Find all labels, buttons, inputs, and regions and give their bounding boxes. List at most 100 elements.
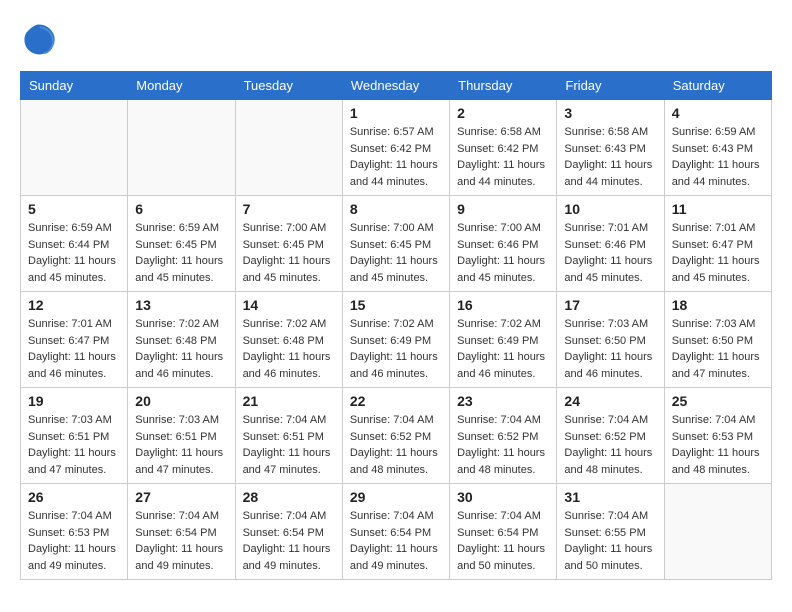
day-info: Sunrise: 7:04 AMSunset: 6:53 PMDaylight:… <box>28 508 120 574</box>
calendar-cell: 1Sunrise: 6:57 AMSunset: 6:42 PMDaylight… <box>342 100 449 196</box>
day-info: Sunrise: 7:00 AMSunset: 6:46 PMDaylight:… <box>457 220 549 286</box>
calendar-cell <box>235 100 342 196</box>
calendar-cell <box>128 100 235 196</box>
calendar-body: 1Sunrise: 6:57 AMSunset: 6:42 PMDaylight… <box>21 100 772 580</box>
calendar-cell: 6 Sunrise: 6:59 AMSunset: 6:45 PMDaylight… <box>128 196 235 292</box>
day-info: Sunrise: 7:04 AMSunset: 6:54 PMDaylight:… <box>135 508 227 574</box>
week-row-1: 1Sunrise: 6:57 AMSunset: 6:42 PMDaylight… <box>21 100 772 196</box>
day-number: 3 <box>564 105 656 121</box>
calendar-cell: 8Sunrise: 7:00 AMSunset: 6:45 PMDaylight… <box>342 196 449 292</box>
calendar-cell: 24 Sunrise: 7:04 AMSunset: 6:52 PMDayligh… <box>557 388 664 484</box>
calendar-cell: 9Sunrise: 7:00 AMSunset: 6:46 PMDaylight… <box>450 196 557 292</box>
day-info: Sunrise: 7:02 AMSunset: 6:48 PMDaylight:… <box>243 316 335 382</box>
day-number: 19 <box>28 393 120 409</box>
day-number: 29 <box>350 489 442 505</box>
day-number: 20 <box>135 393 227 409</box>
calendar-cell: 22 Sunrise: 7:04 AMSunset: 6:52 PMDayligh… <box>342 388 449 484</box>
day-info: Sunrise: 7:04 AMSunset: 6:51 PMDaylight:… <box>243 412 335 478</box>
calendar-cell: 11 Sunrise: 7:01 AMSunset: 6:47 PMDayligh… <box>664 196 771 292</box>
day-info: Sunrise: 7:04 AMSunset: 6:52 PMDaylight:… <box>350 412 442 478</box>
calendar-cell: 12 Sunrise: 7:01 AMSunset: 6:47 PMDayligh… <box>21 292 128 388</box>
calendar-cell: 20 Sunrise: 7:03 AMSunset: 6:51 PMDayligh… <box>128 388 235 484</box>
week-row-3: 12 Sunrise: 7:01 AMSunset: 6:47 PMDayligh… <box>21 292 772 388</box>
day-header-tuesday: Tuesday <box>235 72 342 100</box>
calendar-cell: 29Sunrise: 7:04 AMSunset: 6:54 PMDayligh… <box>342 484 449 580</box>
day-number: 14 <box>243 297 335 313</box>
calendar-cell: 2 Sunrise: 6:58 AMSunset: 6:42 PMDaylight… <box>450 100 557 196</box>
day-number: 30 <box>457 489 549 505</box>
calendar-header-row: SundayMondayTuesdayWednesdayThursdayFrid… <box>21 72 772 100</box>
day-number: 23 <box>457 393 549 409</box>
day-header-sunday: Sunday <box>21 72 128 100</box>
day-info: Sunrise: 7:04 AMSunset: 6:55 PMDaylight:… <box>564 508 656 574</box>
calendar-cell: 25 Sunrise: 7:04 AMSunset: 6:53 PMDayligh… <box>664 388 771 484</box>
day-header-wednesday: Wednesday <box>342 72 449 100</box>
day-info: Sunrise: 7:04 AMSunset: 6:52 PMDaylight:… <box>457 412 549 478</box>
week-row-5: 26 Sunrise: 7:04 AMSunset: 6:53 PMDayligh… <box>21 484 772 580</box>
calendar-cell: 21 Sunrise: 7:04 AMSunset: 6:51 PMDayligh… <box>235 388 342 484</box>
calendar-cell: 26 Sunrise: 7:04 AMSunset: 6:53 PMDayligh… <box>21 484 128 580</box>
calendar-cell: 27Sunrise: 7:04 AMSunset: 6:54 PMDayligh… <box>128 484 235 580</box>
day-number: 15 <box>350 297 442 313</box>
logo-icon <box>20 20 56 56</box>
day-number: 22 <box>350 393 442 409</box>
calendar-cell: 4Sunrise: 6:59 AMSunset: 6:43 PMDaylight… <box>664 100 771 196</box>
day-info: Sunrise: 7:04 AMSunset: 6:54 PMDaylight:… <box>457 508 549 574</box>
day-number: 18 <box>672 297 764 313</box>
day-info: Sunrise: 6:59 AMSunset: 6:45 PMDaylight:… <box>135 220 227 286</box>
day-info: Sunrise: 7:01 AMSunset: 6:47 PMDaylight:… <box>28 316 120 382</box>
week-row-4: 19 Sunrise: 7:03 AMSunset: 6:51 PMDayligh… <box>21 388 772 484</box>
day-number: 25 <box>672 393 764 409</box>
day-number: 6 <box>135 201 227 217</box>
calendar-table: SundayMondayTuesdayWednesdayThursdayFrid… <box>20 71 772 580</box>
day-info: Sunrise: 7:01 AMSunset: 6:46 PMDaylight:… <box>564 220 656 286</box>
day-number: 26 <box>28 489 120 505</box>
calendar-cell: 15 Sunrise: 7:02 AMSunset: 6:49 PMDayligh… <box>342 292 449 388</box>
day-number: 24 <box>564 393 656 409</box>
day-header-monday: Monday <box>128 72 235 100</box>
day-info: Sunrise: 6:59 AMSunset: 6:43 PMDaylight:… <box>672 124 764 190</box>
logo <box>20 20 60 56</box>
day-info: Sunrise: 7:03 AMSunset: 6:51 PMDaylight:… <box>28 412 120 478</box>
day-info: Sunrise: 7:03 AMSunset: 6:51 PMDaylight:… <box>135 412 227 478</box>
day-number: 31 <box>564 489 656 505</box>
day-number: 21 <box>243 393 335 409</box>
page-header <box>20 20 772 56</box>
calendar-cell: 28 Sunrise: 7:04 AMSunset: 6:54 PMDayligh… <box>235 484 342 580</box>
week-row-2: 5 Sunrise: 6:59 AMSunset: 6:44 PMDaylight… <box>21 196 772 292</box>
day-number: 11 <box>672 201 764 217</box>
day-header-friday: Friday <box>557 72 664 100</box>
day-info: Sunrise: 6:58 AMSunset: 6:43 PMDaylight:… <box>564 124 656 190</box>
day-info: Sunrise: 7:02 AMSunset: 6:49 PMDaylight:… <box>457 316 549 382</box>
calendar-cell: 31 Sunrise: 7:04 AMSunset: 6:55 PMDayligh… <box>557 484 664 580</box>
day-info: Sunrise: 6:58 AMSunset: 6:42 PMDaylight:… <box>457 124 549 190</box>
day-number: 5 <box>28 201 120 217</box>
day-info: Sunrise: 6:57 AMSunset: 6:42 PMDaylight:… <box>350 124 442 190</box>
day-info: Sunrise: 7:03 AMSunset: 6:50 PMDaylight:… <box>672 316 764 382</box>
day-info: Sunrise: 7:02 AMSunset: 6:49 PMDaylight:… <box>350 316 442 382</box>
calendar-cell: 14 Sunrise: 7:02 AMSunset: 6:48 PMDayligh… <box>235 292 342 388</box>
calendar-cell: 16Sunrise: 7:02 AMSunset: 6:49 PMDayligh… <box>450 292 557 388</box>
day-number: 13 <box>135 297 227 313</box>
calendar-cell <box>664 484 771 580</box>
day-info: Sunrise: 6:59 AMSunset: 6:44 PMDaylight:… <box>28 220 120 286</box>
day-info: Sunrise: 7:04 AMSunset: 6:53 PMDaylight:… <box>672 412 764 478</box>
calendar-cell: 18 Sunrise: 7:03 AMSunset: 6:50 PMDayligh… <box>664 292 771 388</box>
day-number: 10 <box>564 201 656 217</box>
day-number: 12 <box>28 297 120 313</box>
day-number: 2 <box>457 105 549 121</box>
day-number: 7 <box>243 201 335 217</box>
calendar-cell: 7Sunrise: 7:00 AMSunset: 6:45 PMDaylight… <box>235 196 342 292</box>
day-info: Sunrise: 7:01 AMSunset: 6:47 PMDaylight:… <box>672 220 764 286</box>
calendar-cell: 23 Sunrise: 7:04 AMSunset: 6:52 PMDayligh… <box>450 388 557 484</box>
day-info: Sunrise: 7:04 AMSunset: 6:54 PMDaylight:… <box>243 508 335 574</box>
day-number: 17 <box>564 297 656 313</box>
calendar-cell <box>21 100 128 196</box>
calendar-cell: 5 Sunrise: 6:59 AMSunset: 6:44 PMDaylight… <box>21 196 128 292</box>
day-number: 28 <box>243 489 335 505</box>
day-info: Sunrise: 7:04 AMSunset: 6:52 PMDaylight:… <box>564 412 656 478</box>
calendar-cell: 19 Sunrise: 7:03 AMSunset: 6:51 PMDayligh… <box>21 388 128 484</box>
day-header-saturday: Saturday <box>664 72 771 100</box>
calendar-cell: 3 Sunrise: 6:58 AMSunset: 6:43 PMDaylight… <box>557 100 664 196</box>
calendar-cell: 13Sunrise: 7:02 AMSunset: 6:48 PMDayligh… <box>128 292 235 388</box>
